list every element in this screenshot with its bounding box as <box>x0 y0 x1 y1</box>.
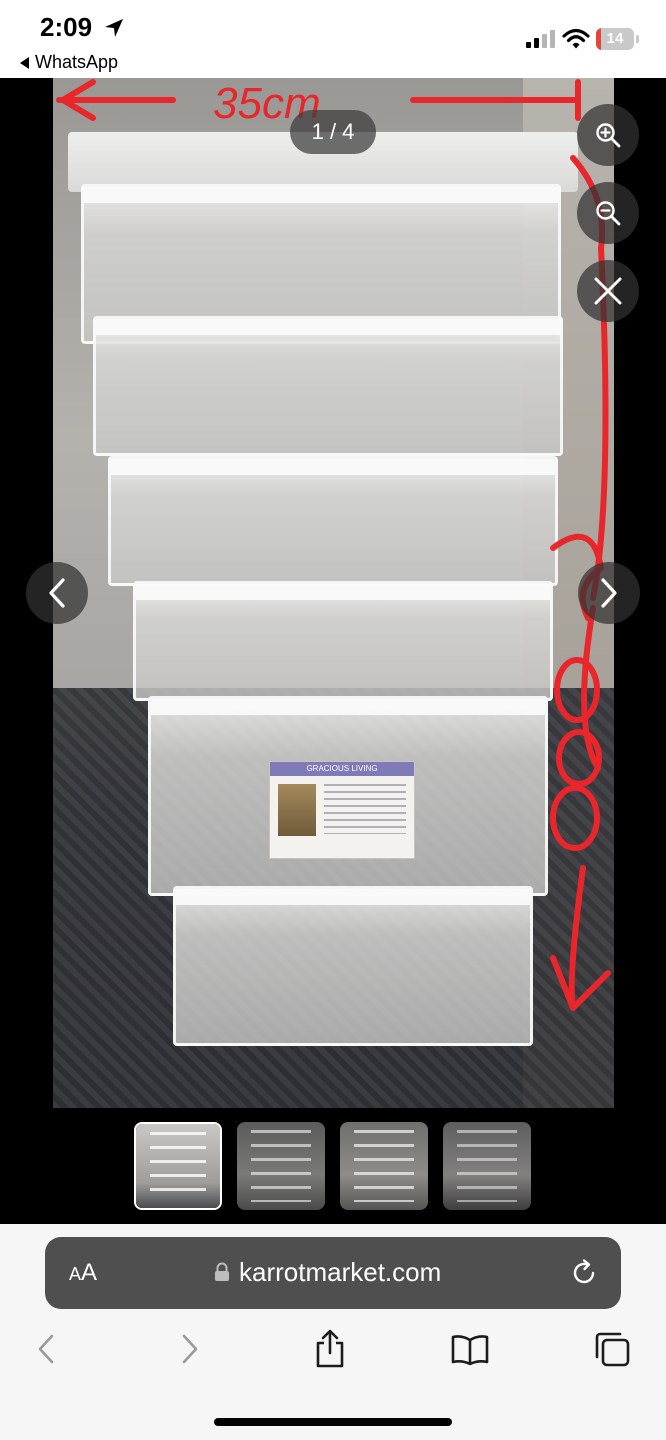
url-text[interactable]: karrotmarket.com <box>239 1257 441 1288</box>
battery-percent: 14 <box>606 30 624 47</box>
chevron-right-icon <box>601 578 617 608</box>
thumbnail-1[interactable] <box>134 1122 222 1210</box>
aa-small: A <box>69 1264 82 1284</box>
chevron-left-icon <box>38 1334 54 1364</box>
image-counter: 1 / 4 <box>290 110 376 154</box>
share-icon <box>316 1329 344 1368</box>
home-indicator <box>214 1418 452 1426</box>
battery-indicator: 14 <box>596 28 640 50</box>
book-icon <box>451 1335 489 1366</box>
zoom-out-icon <box>596 201 621 226</box>
safari-toolbar: AA karrotmarket.com <box>0 1224 666 1440</box>
back-triangle-icon <box>20 56 29 69</box>
zoom-in-button[interactable] <box>577 104 639 166</box>
next-image-button[interactable] <box>578 562 640 624</box>
product-photo: GRACIOUS LIVING 35cm <box>53 78 614 1108</box>
thumbnail-2[interactable] <box>237 1122 325 1210</box>
location-arrow-icon <box>105 19 123 37</box>
share-button[interactable] <box>308 1327 352 1371</box>
measurement-annotations: 35cm <box>56 79 611 1011</box>
thumbnail-3[interactable] <box>340 1122 428 1210</box>
battery-cap <box>636 35 639 43</box>
status-bar: 2:09 WhatsApp 14 <box>0 0 666 78</box>
zoom-in-icon <box>596 123 621 148</box>
address-bar[interactable]: AA karrotmarket.com <box>45 1237 621 1309</box>
status-time: 2:09 <box>40 12 93 42</box>
chevron-right-icon <box>182 1334 198 1364</box>
back-app-label: WhatsApp <box>35 52 119 72</box>
thumbnail-strip <box>0 1108 666 1224</box>
tabs-button[interactable] <box>590 1327 634 1371</box>
bookmarks-button[interactable] <box>448 1327 492 1371</box>
annotation-strokes <box>56 79 611 1011</box>
zoom-out-button[interactable] <box>577 182 639 244</box>
cellular-signal-icon <box>526 30 555 48</box>
back-to-app-link[interactable]: WhatsApp <box>20 52 118 73</box>
back-button[interactable] <box>24 1327 68 1371</box>
reload-icon[interactable] <box>569 1258 599 1288</box>
battery-body: 14 <box>596 28 634 50</box>
wifi-icon <box>562 28 590 49</box>
reader-settings-button[interactable]: AA <box>69 1259 97 1287</box>
aa-large: A <box>81 1259 98 1286</box>
tabs-icon <box>595 1332 630 1367</box>
thumbnail-4[interactable] <box>443 1122 531 1210</box>
forward-button[interactable] <box>168 1327 212 1371</box>
previous-image-button[interactable] <box>26 562 88 624</box>
chevron-left-icon <box>49 578 65 608</box>
image-viewer[interactable]: GRACIOUS LIVING 35cm 1 / 4 <box>0 78 666 1108</box>
close-viewer-button[interactable] <box>577 260 639 322</box>
close-icon <box>594 277 622 305</box>
lock-icon <box>215 1262 229 1281</box>
